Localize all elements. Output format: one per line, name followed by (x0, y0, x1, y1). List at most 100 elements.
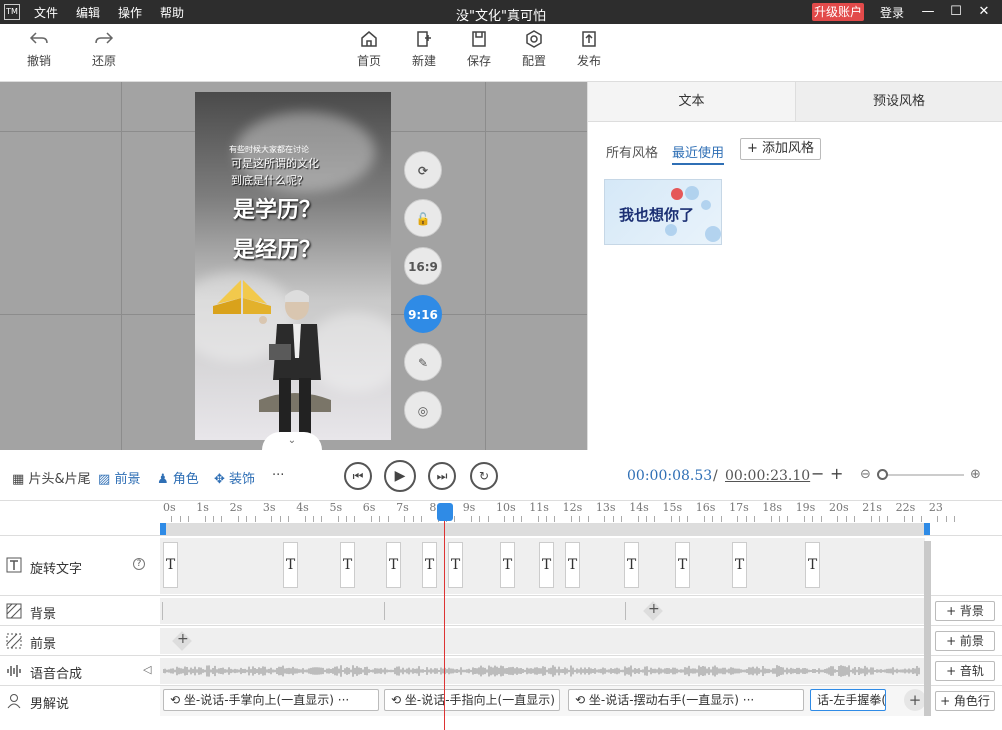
save-button[interactable]: 保存 (454, 30, 504, 69)
menu-file[interactable]: 文件 (34, 4, 58, 21)
text-clip[interactable]: T (675, 542, 690, 588)
intro-outro-button[interactable]: ▦ 片头&片尾 (12, 468, 91, 487)
add-background-button[interactable]: + 背景 (935, 601, 995, 621)
more-button[interactable]: ··· (272, 468, 284, 483)
menu-edit[interactable]: 编辑 (76, 4, 100, 21)
text-clip[interactable]: T (539, 542, 554, 588)
track-narrator: 男解说 ⟲ 坐-说话-手掌向上(一直显示) ··· ⟲ 坐-说话-手指向上(一直… (0, 685, 1002, 716)
zoom-slider-knob[interactable] (877, 469, 888, 480)
rotate-button[interactable]: ⟳ (404, 151, 442, 189)
undo-label: 撤销 (26, 54, 51, 68)
subtab-all-styles[interactable]: 所有风格 (606, 142, 658, 161)
undo-button[interactable]: 撤销 (14, 30, 64, 69)
range-start-handle[interactable] (160, 523, 166, 535)
gear-icon (526, 30, 542, 48)
timeline-ruler[interactable]: 0s 1s 2s 3s 4s 5s 6s 7s 8s 9s 10s 11s 12s 13s 14s 15s 16… (0, 500, 1002, 535)
foreground-lane[interactable]: + (160, 628, 925, 654)
add-character-row-button[interactable]: + 角色行 (935, 691, 995, 711)
character-button[interactable]: ♟ 角色 (157, 468, 199, 487)
time-decrease-button[interactable]: − (811, 464, 824, 483)
timeline-scrollbar[interactable] (924, 541, 931, 716)
action-clip-selected[interactable]: 话-左手握拳( (810, 689, 886, 711)
subtab-recent[interactable]: 最近使用 (672, 142, 725, 165)
preview-canvas[interactable]: 有些时候大家都在讨论 可是这所谓的文化 到底是什么呢？ 是学历？ 是经历？ ⟳ … (0, 82, 587, 450)
text-lane[interactable]: TTTTTTTTTTTTT (160, 538, 925, 594)
menu-help[interactable]: 帮助 (160, 4, 184, 21)
close-button[interactable]: ✕ (974, 2, 994, 22)
tts-lane[interactable] (160, 658, 925, 684)
ruler-tick-label: 9s (462, 501, 476, 514)
help-icon[interactable]: ? (133, 558, 145, 570)
text-clip[interactable]: T (422, 542, 437, 588)
login-link[interactable]: 登录 (880, 4, 904, 21)
time-increase-button[interactable]: + (830, 464, 843, 483)
total-time[interactable]: 00:00:23.10 (725, 468, 810, 484)
ruler-tick-label: 15s (662, 501, 683, 514)
playhead-handle[interactable] (437, 503, 453, 521)
ruler-tick (945, 516, 947, 522)
add-style-button[interactable]: + 添加风格 (740, 138, 822, 160)
skip-forward-button[interactable]: ⏭ (428, 462, 456, 490)
zoom-out-icon[interactable]: ⊖ (860, 467, 871, 482)
video-frame[interactable]: 有些时候大家都在讨论 可是这所谓的文化 到底是什么呢？ 是学历？ 是经历？ (195, 92, 391, 440)
text-clip[interactable]: T (386, 542, 401, 588)
replay-button[interactable]: ↻ (470, 462, 498, 490)
maximize-button[interactable]: ☐ (946, 2, 966, 22)
skip-back-button[interactable]: ⏮ (344, 462, 372, 490)
ruler-tick (179, 516, 181, 522)
zoom-in-icon[interactable]: ⊕ (970, 467, 981, 482)
text-clip[interactable]: T (732, 542, 747, 588)
config-button[interactable]: 配置 (509, 30, 559, 69)
zoom-slider[interactable] (878, 474, 964, 476)
add-audio-track-button[interactable]: + 音轨 (935, 661, 995, 681)
ruler-tick (720, 516, 722, 522)
target-button[interactable]: ◎ (404, 391, 442, 429)
publish-button[interactable]: 发布 (564, 30, 614, 69)
playback-controls: ▦ 片头&片尾 ▨ 前景 ♟ 角色 ✥ 装饰 ··· ⏮ ▶ ⏭ ↻ 00:00… (0, 450, 1002, 500)
tab-text[interactable]: 文本 (588, 82, 795, 122)
ruler-tick (346, 516, 348, 522)
add-action-button[interactable]: + (904, 689, 926, 711)
style-thumbnail[interactable]: 我也想你了 (604, 179, 722, 245)
track-rotate-text: 旋转文字 ? TTTTTTTTTTTTT (0, 535, 1002, 595)
ratio-16-9-button[interactable]: 16:9 (404, 247, 442, 285)
decoration-button[interactable]: ✥ 装饰 (214, 468, 255, 487)
text-clip[interactable]: T (448, 542, 463, 588)
person-icon (7, 694, 21, 709)
ruler-tick-label: 6s (362, 501, 376, 514)
play-button[interactable]: ▶ (384, 460, 416, 492)
lock-button[interactable]: 🔓 (404, 199, 442, 237)
range-end-handle[interactable] (924, 523, 930, 535)
speaker-icon[interactable]: ◁ (143, 663, 151, 676)
range-bar[interactable] (160, 523, 930, 535)
home-button[interactable]: 首页 (344, 30, 394, 69)
minimize-button[interactable]: — (918, 2, 938, 22)
add-foreground-button[interactable]: + 前景 (935, 631, 995, 651)
text-clip[interactable]: T (805, 542, 820, 588)
menu-operate[interactable]: 操作 (118, 4, 142, 21)
narrator-lane[interactable]: ⟲ 坐-说话-手掌向上(一直显示) ··· ⟲ 坐-说话-手指向上(一直显示) … (160, 686, 926, 716)
text-clip[interactable]: T (624, 542, 639, 588)
upgrade-account-button[interactable]: 升级账户 (812, 3, 864, 21)
foreground-button[interactable]: ▨ 前景 (98, 468, 140, 487)
redo-button[interactable]: 还原 (79, 30, 129, 69)
new-button[interactable]: 新建 (399, 30, 449, 69)
ratio-9-16-button[interactable]: 9:16 (404, 295, 442, 333)
text-clip[interactable]: T (163, 542, 178, 588)
tab-preset-style[interactable]: 预设风格 (795, 82, 1002, 122)
text-clip[interactable]: T (340, 542, 355, 588)
ruler-tick (321, 516, 323, 522)
edit-button[interactable]: ✎ (404, 343, 442, 381)
collapse-toggle[interactable]: ⌄ (262, 432, 322, 450)
background-lane[interactable]: + (160, 598, 925, 624)
plus-icon: + (648, 601, 660, 617)
ruler-tick-label: 4s (296, 501, 309, 514)
text-clip[interactable]: T (283, 542, 298, 588)
text-clip[interactable]: T (500, 542, 515, 588)
text-clip[interactable]: T (565, 542, 580, 588)
ruler-tick (704, 516, 706, 522)
caption-big1: 是学历？ (233, 197, 322, 223)
action-clip[interactable]: ⟲ 坐-说话-手掌向上(一直显示) ··· (163, 689, 379, 711)
action-clip[interactable]: ⟲ 坐-说话-摆动右手(一直显示) ··· (568, 689, 804, 711)
action-clip[interactable]: ⟲ 坐-说话-手指向上(一直显示) (384, 689, 560, 711)
